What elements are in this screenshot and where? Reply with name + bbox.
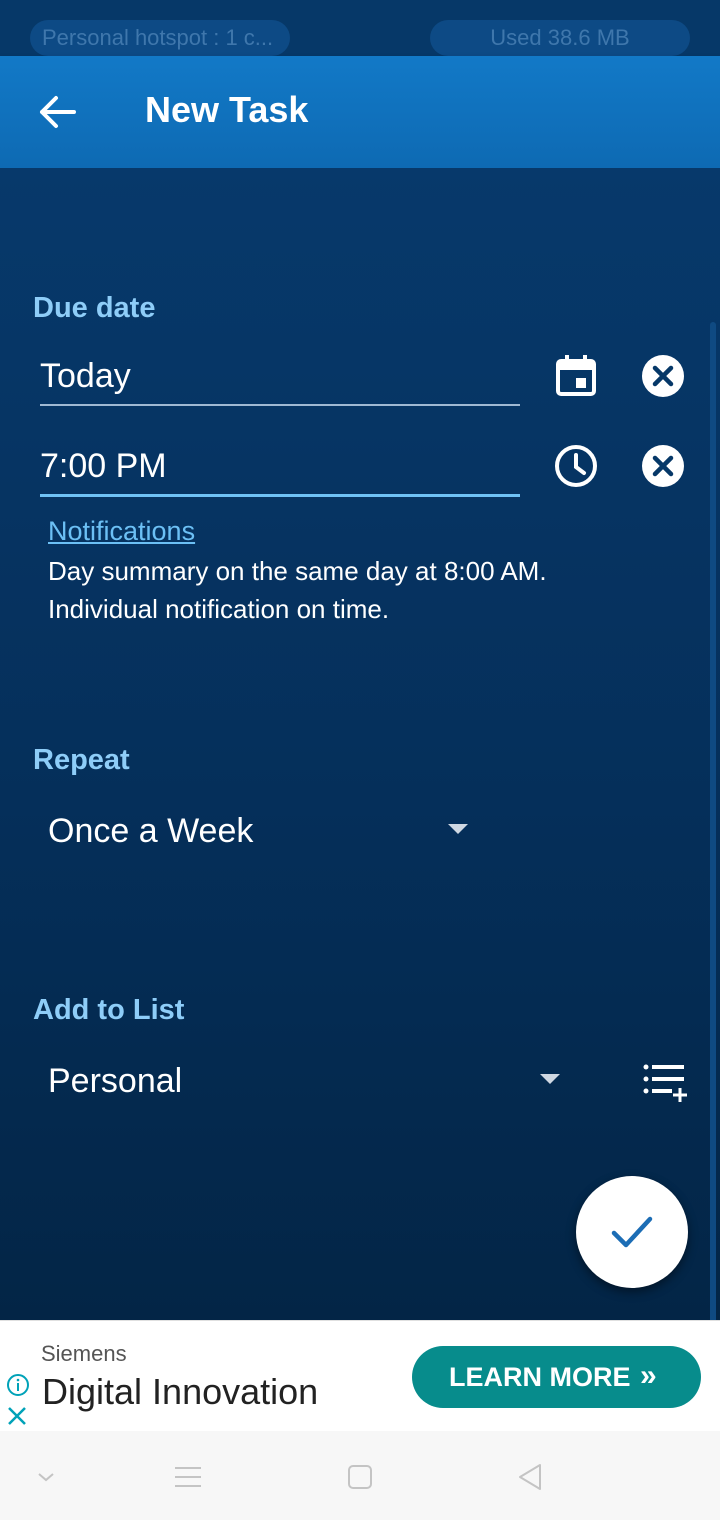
- list-dropdown[interactable]: Personal: [48, 1056, 568, 1106]
- clear-circle-icon: [642, 355, 684, 397]
- scrollbar[interactable]: [710, 322, 716, 1482]
- page-title: New Task: [145, 89, 309, 130]
- learn-more-button[interactable]: LEARN MORE »: [412, 1346, 701, 1408]
- back-triangle-icon[interactable]: [512, 1459, 548, 1495]
- list-value: Personal: [48, 1062, 183, 1100]
- notifications-link[interactable]: Notifications: [48, 516, 195, 547]
- home-icon[interactable]: [342, 1459, 378, 1495]
- arrow-back-icon: [40, 96, 76, 128]
- ad-sponsor: Siemens: [41, 1341, 127, 1366]
- repeat-label: Repeat: [33, 744, 130, 776]
- cta-label: LEARN MORE: [449, 1362, 631, 1392]
- chevron-down-icon[interactable]: [28, 1459, 64, 1495]
- chevron-down-icon: [540, 1074, 560, 1084]
- back-button[interactable]: [30, 84, 86, 140]
- repeat-dropdown[interactable]: Once a Week: [48, 806, 478, 856]
- due-date-label: Due date: [33, 292, 156, 324]
- chevron-down-icon: [448, 824, 468, 834]
- task-form: Due date Today 7:00 PM Notifications Day…: [0, 168, 720, 1482]
- check-icon: [611, 1216, 653, 1248]
- add-list-button[interactable]: [640, 1058, 688, 1106]
- save-task-button[interactable]: [576, 1176, 688, 1288]
- repeat-value: Once a Week: [48, 812, 254, 850]
- time-picker-button[interactable]: [552, 442, 600, 490]
- info-icon[interactable]: [6, 1373, 30, 1397]
- notification-detail: Individual notification on time.: [48, 594, 390, 624]
- ad-headline[interactable]: Digital Innovation: [42, 1371, 318, 1413]
- list-label: Add to List: [33, 994, 185, 1026]
- status-bar: Personal hotspot : 1 c... Used 38.6 MB: [0, 0, 720, 56]
- time-field[interactable]: 7:00 PM: [40, 444, 520, 497]
- data-usage-indicator: Used 38.6 MB: [430, 20, 690, 56]
- notification-summary: Day summary on the same day at 8:00 AM.: [48, 556, 547, 586]
- clock-icon: [555, 445, 597, 487]
- double-chevron-icon: »: [640, 1359, 657, 1392]
- app-bar: New Task: [0, 56, 720, 168]
- clear-time-button[interactable]: [639, 442, 687, 490]
- date-field[interactable]: Today: [40, 354, 520, 406]
- clear-date-button[interactable]: [639, 352, 687, 400]
- system-nav-bar: [0, 1431, 720, 1520]
- playlist-add-icon: [643, 1064, 687, 1102]
- ad-banner[interactable]: Siemens Digital Innovation LEARN MORE »: [0, 1320, 720, 1432]
- close-icon[interactable]: [6, 1405, 28, 1427]
- calendar-button[interactable]: [552, 352, 600, 400]
- clear-circle-icon: [642, 445, 684, 487]
- calendar-icon: [556, 355, 596, 396]
- hotspot-indicator: Personal hotspot : 1 c...: [30, 20, 290, 56]
- menu-icon[interactable]: [170, 1459, 206, 1495]
